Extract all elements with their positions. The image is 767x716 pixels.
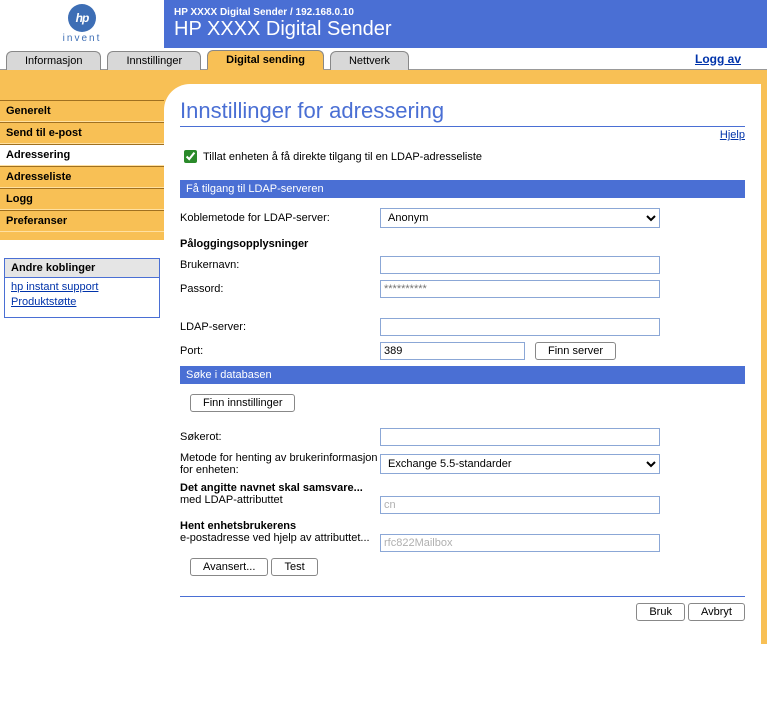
username-input[interactable] [380, 256, 660, 274]
banner-large: HP XXXX Digital Sender [174, 18, 757, 41]
credentials-heading: Påloggingsopplysninger [180, 238, 745, 250]
link-hp-instant-support[interactable]: hp instant support [11, 280, 153, 295]
banner-small: HP XXXX Digital Sender / 192.168.0.10 [174, 7, 757, 18]
apply-button[interactable]: Bruk [636, 603, 685, 621]
username-label: Brukernavn: [180, 259, 380, 271]
title-rule [180, 126, 745, 127]
password-input[interactable] [380, 280, 660, 298]
retrieval-method-select[interactable]: Exchange 5.5-standarder [380, 454, 660, 474]
match-heading: Det angitte navnet skal samsvare... [180, 482, 380, 494]
tab-row: Informasjon Innstillinger Digital sendin… [0, 48, 767, 70]
retrieve-attr-input [380, 534, 660, 552]
tab-digital-sending[interactable]: Digital sending [207, 50, 324, 70]
sidebar-item-addresslist[interactable]: Adresseliste [0, 166, 164, 188]
allow-ldap-checkbox[interactable] [184, 150, 197, 163]
ldap-server-label: LDAP-server: [180, 321, 380, 333]
logo-box: hp invent [0, 0, 164, 48]
banner: HP XXXX Digital Sender / 192.168.0.10 HP… [164, 0, 767, 48]
allow-ldap-label: Tillat enheten å få direkte tilgang til … [203, 151, 482, 163]
logo-subtext: invent [63, 33, 102, 44]
sidebar-item-sendemail[interactable]: Send til e-post [0, 122, 164, 144]
retrieval-method-label: Metode for henting av brukerinformasjon … [180, 452, 380, 476]
tab-network[interactable]: Nettverk [330, 51, 409, 70]
search-root-input[interactable] [380, 428, 660, 446]
conn-method-label: Koblemetode for LDAP-server: [180, 212, 380, 224]
logoff-link[interactable]: Logg av [695, 52, 741, 66]
sidebar-item-log[interactable]: Logg [0, 188, 164, 210]
sidebar: Generelt Send til e-post Adressering Adr… [0, 70, 164, 240]
link-product-support[interactable]: Produktstøtte [11, 295, 153, 310]
other-links-heading: Andre koblinger [5, 259, 159, 278]
sidebar-item-general[interactable]: Generelt [0, 100, 164, 122]
conn-method-select[interactable]: Anonym [380, 208, 660, 228]
search-root-label: Søkerot: [180, 431, 380, 443]
section-bar-search-db: Søke i databasen [180, 366, 745, 384]
page-title: Innstillinger for adressering [180, 98, 745, 124]
ldap-server-input[interactable] [380, 318, 660, 336]
retrieve-label: e-postadresse ved hjelp av attributtet..… [180, 532, 380, 544]
tab-settings[interactable]: Innstillinger [107, 51, 201, 70]
port-input[interactable] [380, 342, 525, 360]
find-server-button[interactable]: Finn server [535, 342, 616, 360]
match-attr-input [380, 496, 660, 514]
section-bar-ldap-access: Få tilgang til LDAP-serveren [180, 180, 745, 198]
advanced-button[interactable]: Avansert... [190, 558, 268, 576]
help-link[interactable]: Hjelp [720, 129, 745, 141]
hp-logo-icon: hp [68, 4, 96, 32]
retrieve-heading: Hent enhetsbrukerens [180, 520, 380, 532]
password-label: Passord: [180, 283, 380, 295]
footer-rule [180, 596, 745, 597]
match-label: med LDAP-attributtet [180, 494, 380, 506]
find-settings-button[interactable]: Finn innstillinger [190, 394, 295, 412]
tab-information[interactable]: Informasjon [6, 51, 101, 70]
sidebar-item-prefs[interactable]: Preferanser [0, 210, 164, 232]
header: hp invent HP XXXX Digital Sender / 192.1… [0, 0, 767, 48]
port-label: Port: [180, 345, 380, 357]
other-links-box: Andre koblinger hp instant support Produ… [4, 258, 160, 318]
content-panel: Innstillinger for adressering Hjelp Till… [164, 84, 761, 644]
cancel-button[interactable]: Avbryt [688, 603, 745, 621]
test-button[interactable]: Test [271, 558, 317, 576]
sidebar-item-addressing[interactable]: Adressering [0, 144, 164, 166]
